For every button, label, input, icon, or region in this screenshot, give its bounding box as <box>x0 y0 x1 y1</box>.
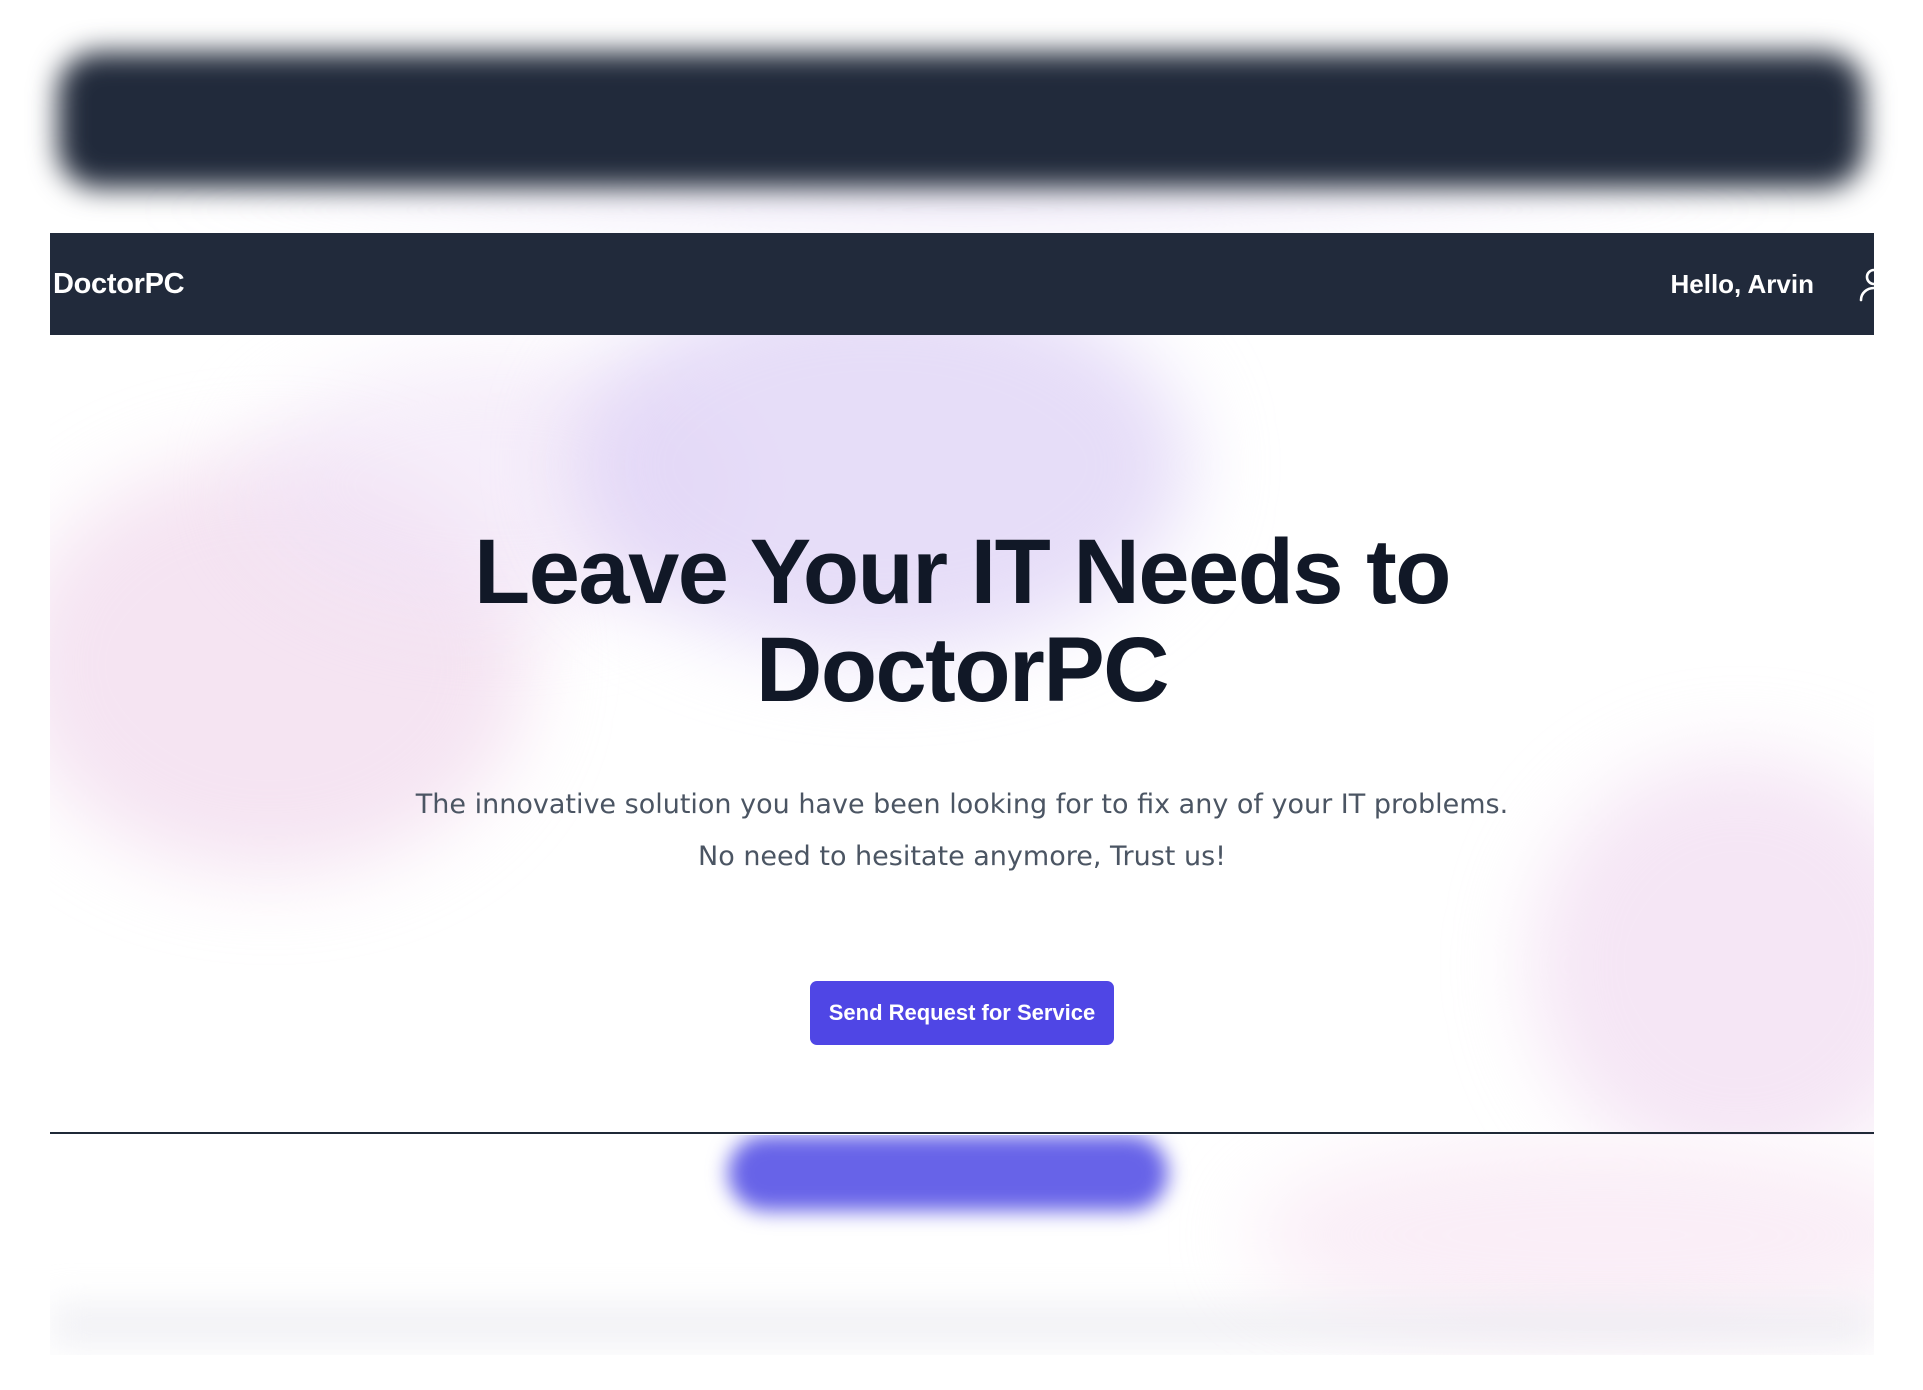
hero-content: Leave Your IT Needs to DoctorPC The inno… <box>50 335 1874 1045</box>
background-glow <box>120 180 1820 240</box>
screenshot-stage: DoctorPC Hello, Arvin Leave Your IT Need… <box>0 0 1923 1390</box>
blurred-page-reflection <box>50 1135 1874 1355</box>
hero-subtitle: The innovative solution you have been lo… <box>415 789 1509 872</box>
top-navbar: DoctorPC Hello, Arvin <box>50 233 1874 335</box>
blurred-navbar-reflection <box>58 52 1864 188</box>
blurred-button-reflection <box>728 1135 1168 1211</box>
browser-page: DoctorPC Hello, Arvin Leave Your IT Need… <box>50 233 1874 1135</box>
reflection-shadow <box>50 1305 1874 1345</box>
section-divider <box>50 1132 1874 1134</box>
user-icon[interactable] <box>1858 266 1874 302</box>
navbar-user-area: Hello, Arvin <box>1670 266 1874 302</box>
hero-title: Leave Your IT Needs to DoctorPC <box>474 521 1451 721</box>
send-request-button[interactable]: Send Request for Service <box>810 981 1114 1045</box>
brand-logo[interactable]: DoctorPC <box>53 268 185 301</box>
user-greeting: Hello, Arvin <box>1670 268 1814 299</box>
hero-section: Leave Your IT Needs to DoctorPC The inno… <box>50 335 1874 1135</box>
